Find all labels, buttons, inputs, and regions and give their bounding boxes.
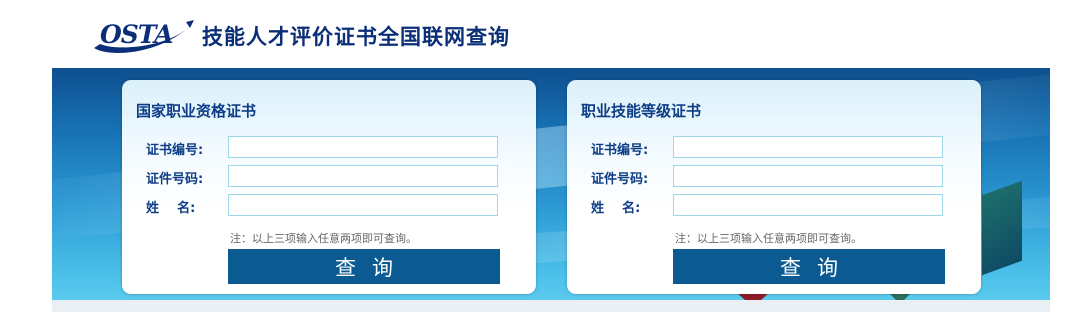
banner-decor-shape <box>982 180 1022 276</box>
name-input[interactable] <box>228 194 498 216</box>
panel-title: 国家职业资格证书 <box>136 102 257 120</box>
cert-no-input[interactable] <box>228 136 498 158</box>
name-row: 姓 名: <box>122 194 536 218</box>
cert-no-row: 证书编号: <box>567 136 981 160</box>
national-cert-query-panel: 国家职业资格证书 证书编号: 证件号码: 姓 名: 注：以上三项输入任意两项即可… <box>122 80 536 294</box>
query-note: 注：以上三项输入任意两项即可查询。 <box>230 232 417 245</box>
id-no-input[interactable] <box>228 165 498 187</box>
query-button[interactable]: 查询 <box>673 249 945 284</box>
site-header: OSTA 技能人才评价证书全国联网查询 <box>90 14 510 58</box>
cert-no-label: 证书编号: <box>146 143 204 158</box>
id-no-label: 证件号码: <box>591 172 649 187</box>
name-row: 姓 名: <box>567 194 981 218</box>
skill-level-cert-query-panel: 职业技能等级证书 证书编号: 证件号码: 姓 名: 注：以上三项输入任意两项即可… <box>567 80 981 294</box>
query-button[interactable]: 查询 <box>228 249 500 284</box>
osta-logo[interactable]: OSTA <box>90 18 194 54</box>
id-no-label: 证件号码: <box>146 172 204 187</box>
cert-no-label: 证书编号: <box>591 143 649 158</box>
page-title: 技能人才评价证书全国联网查询 <box>202 25 510 49</box>
name-label: 姓 名: <box>591 201 641 216</box>
panel-title: 职业技能等级证书 <box>581 102 702 120</box>
name-label: 姓 名: <box>146 201 196 216</box>
id-no-input[interactable] <box>673 165 943 187</box>
id-no-row: 证件号码: <box>122 165 536 189</box>
id-no-row: 证件号码: <box>567 165 981 189</box>
cert-no-input[interactable] <box>673 136 943 158</box>
banner-bottom-strip <box>52 300 1050 312</box>
cert-no-row: 证书编号: <box>122 136 536 160</box>
query-note: 注：以上三项输入任意两项即可查询。 <box>675 232 862 245</box>
name-input[interactable] <box>673 194 943 216</box>
logo-text: OSTA <box>100 20 173 49</box>
